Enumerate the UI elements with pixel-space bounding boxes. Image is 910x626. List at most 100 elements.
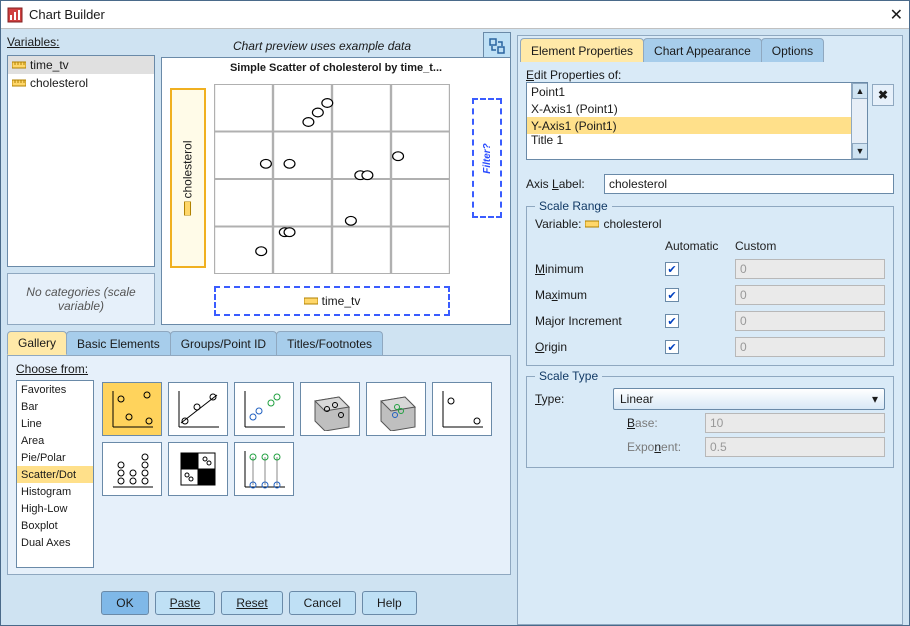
edit-item-point1[interactable]: Point1	[527, 83, 867, 100]
maximum-auto-checkbox[interactable]: ✔	[665, 288, 679, 302]
variable-value: cholesterol	[603, 217, 661, 231]
row-origin-label: Origin	[535, 340, 655, 354]
paste-button[interactable]: Paste	[155, 591, 216, 615]
row-maximum-label: Maximum	[535, 288, 655, 302]
tab-basic-elements[interactable]: Basic Elements	[66, 331, 171, 355]
cancel-button[interactable]: Cancel	[289, 591, 356, 615]
gallery-type-list[interactable]: Favorites Bar Line Area Pie/Polar Scatte…	[16, 380, 94, 568]
app-icon	[7, 7, 23, 23]
major-increment-custom-input[interactable]	[735, 311, 885, 331]
exponent-label: Exponent:	[627, 440, 699, 454]
base-input	[705, 413, 885, 433]
gallery-type-high-low[interactable]: High-Low	[17, 500, 93, 517]
gallery-type-line[interactable]: Line	[17, 415, 93, 432]
minimum-auto-checkbox[interactable]: ✔	[665, 262, 679, 276]
variable-item[interactable]: cholesterol	[8, 74, 154, 92]
categories-box: No categories (scale variable)	[7, 273, 155, 325]
origin-custom-input[interactable]	[735, 337, 885, 357]
tab-options[interactable]: Options	[761, 38, 824, 62]
thumb-summary-point[interactable]	[432, 382, 492, 436]
type-label: Type:	[535, 392, 607, 406]
tab-groups-point-id[interactable]: Groups/Point ID	[170, 331, 277, 355]
scroll-down-icon[interactable]: ▼	[852, 143, 868, 159]
thumb-simple-scatter[interactable]	[102, 382, 162, 436]
right-tabs: Element Properties Chart Appearance Opti…	[518, 36, 902, 62]
gallery-type-favorites[interactable]: Favorites	[17, 381, 93, 398]
lower-tabs: Gallery Basic Elements Groups/Point ID T…	[7, 331, 511, 355]
variable-name: time_tv	[30, 58, 69, 72]
thumb-drop-line[interactable]	[234, 442, 294, 496]
minimum-custom-input[interactable]	[735, 259, 885, 279]
left-panel: Variables: time_tv cholesterol No catego…	[7, 35, 511, 625]
gallery-type-scatter-dot[interactable]: Scatter/Dot	[17, 466, 93, 483]
scale-type-value: Linear	[620, 392, 653, 406]
row-major-increment-label: Major Increment	[535, 314, 655, 328]
edit-item-title1[interactable]: Title 1	[527, 134, 867, 146]
tab-gallery[interactable]: Gallery	[7, 331, 67, 355]
gallery-type-bar[interactable]: Bar	[17, 398, 93, 415]
filter-label: Filter?	[482, 143, 493, 174]
hdr-custom: Custom	[735, 239, 885, 253]
scale-type-legend: Scale Type	[535, 369, 602, 383]
ruler-icon	[585, 219, 599, 229]
chart-preview[interactable]: Simple Scatter of cholesterol by time_t.…	[161, 57, 511, 325]
window-title: Chart Builder	[29, 7, 105, 22]
choose-label: Choose from:	[16, 362, 94, 378]
scroll-up-icon[interactable]: ▲	[852, 83, 868, 99]
variables-listbox[interactable]: time_tv cholesterol	[7, 55, 155, 267]
preview-caption: Chart preview uses example data	[161, 39, 483, 53]
tab-element-properties[interactable]: Element Properties	[520, 38, 644, 62]
thumb-scatter-matrix[interactable]	[168, 442, 228, 496]
element-properties-panel: EEdit Properties of:dit Properties of: P…	[518, 62, 902, 624]
thumb-simple-dot[interactable]	[102, 442, 162, 496]
x-drop-label: time_tv	[322, 294, 361, 308]
edit-properties-label: EEdit Properties of:dit Properties of:	[526, 68, 868, 82]
variable-item[interactable]: time_tv	[8, 56, 154, 74]
variable-name: cholesterol	[30, 76, 88, 90]
title-bar: Chart Builder ✕	[1, 1, 909, 29]
variables-column: Variables: time_tv cholesterol No catego…	[7, 35, 155, 325]
row-minimum-label: Minimum	[535, 262, 655, 276]
swap-icon	[488, 37, 506, 55]
scale-type-select[interactable]: Linear ▾	[613, 388, 885, 410]
gallery-type-pie-polar[interactable]: Pie/Polar	[17, 449, 93, 466]
scale-range-group: Scale Range Variable: cholesterol Automa…	[526, 206, 894, 366]
gallery-type-area[interactable]: Area	[17, 432, 93, 449]
y-drop-label: cholesterol	[181, 140, 195, 198]
thumb-line-scatter[interactable]	[168, 382, 228, 436]
origin-auto-checkbox[interactable]: ✔	[665, 340, 679, 354]
edit-properties-list[interactable]: Point1 X-Axis1 (Point1) Y-Axis1 (Point1)…	[526, 82, 868, 160]
filter-drop-zone[interactable]: Filter?	[472, 98, 502, 218]
edit-item-xaxis1[interactable]: X-Axis1 (Point1)	[527, 100, 867, 117]
tab-chart-appearance[interactable]: Chart Appearance	[643, 38, 762, 62]
variables-label: Variables:	[7, 35, 155, 49]
edit-item-yaxis1[interactable]: Y-Axis1 (Point1)	[527, 117, 867, 134]
x-axis-drop-zone[interactable]: time_tv	[214, 286, 450, 316]
preview-column: Chart preview uses example data Simple S…	[161, 35, 511, 325]
thumb-3d-scatter[interactable]	[300, 382, 360, 436]
gallery-thumbnails	[102, 382, 502, 496]
chart-title: Simple Scatter of cholesterol by time_t.…	[166, 62, 506, 74]
major-increment-auto-checkbox[interactable]: ✔	[665, 314, 679, 328]
ok-button[interactable]: OK	[101, 591, 148, 615]
reset-button[interactable]: Reset	[221, 591, 282, 615]
close-icon[interactable]: ✕	[890, 5, 903, 25]
y-axis-drop-zone[interactable]: cholesterol	[170, 88, 206, 268]
delete-element-button[interactable]: ✖	[872, 84, 894, 106]
gallery-type-dual-axes[interactable]: Dual Axes	[17, 534, 93, 551]
maximum-custom-input[interactable]	[735, 285, 885, 305]
help-button[interactable]: Help	[362, 591, 417, 615]
gallery-panel: Choose from: Favorites Bar Line Area Pie…	[7, 355, 511, 575]
swap-axes-button[interactable]	[483, 32, 511, 60]
axis-label-label: Axis Label:	[526, 177, 598, 191]
gallery-type-histogram[interactable]: Histogram	[17, 483, 93, 500]
tab-titles-footnotes[interactable]: Titles/Footnotes	[276, 331, 383, 355]
thumb-grouped-scatter[interactable]	[234, 382, 294, 436]
scrollbar[interactable]: ▲ ▼	[851, 83, 867, 159]
thumb-3d-grouped-scatter[interactable]	[366, 382, 426, 436]
gallery-type-boxplot[interactable]: Boxplot	[17, 517, 93, 534]
axis-label-input[interactable]	[604, 174, 894, 194]
variable-label: Variable:	[535, 217, 581, 231]
scale-range-legend: Scale Range	[535, 199, 612, 213]
dialog-buttons: OK Paste Reset Cancel Help	[7, 581, 511, 625]
